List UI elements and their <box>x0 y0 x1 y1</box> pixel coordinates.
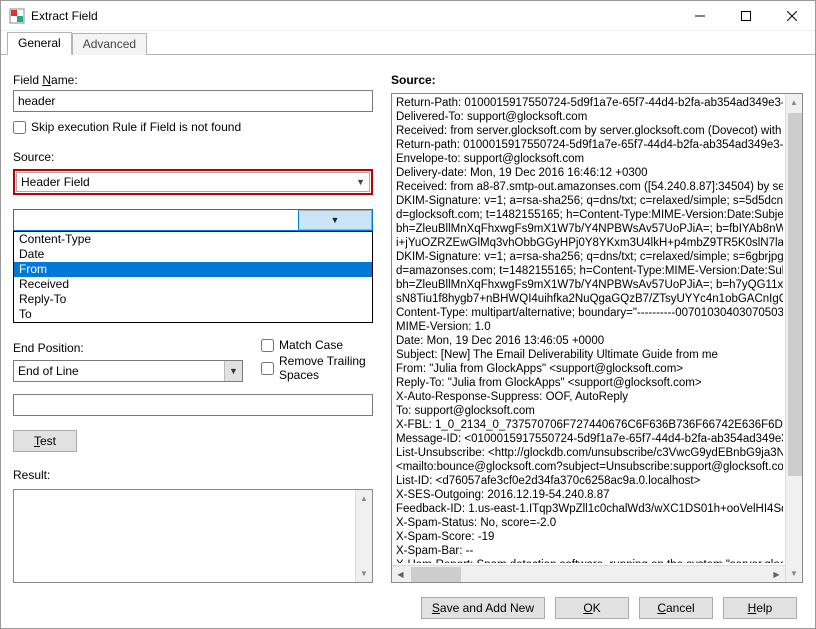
dialog-body: Field Name: Skip execution Rule if Field… <box>1 55 815 589</box>
header-field-dropdown-list: Content-Type Date From Received Reply-To… <box>13 231 373 323</box>
scroll-up-icon[interactable]: ▲ <box>356 490 372 507</box>
app-icon <box>9 8 25 24</box>
scroll-down-icon[interactable]: ▼ <box>786 565 802 582</box>
source-label: Source: <box>13 150 373 164</box>
match-case-label: Match Case <box>279 338 343 352</box>
scroll-up-icon[interactable]: ▲ <box>786 94 802 111</box>
tab-advanced[interactable]: Advanced <box>72 33 147 55</box>
dropdown-option[interactable]: Date <box>14 247 372 262</box>
scrollbar-horizontal[interactable]: ◀ ▶ <box>392 565 785 582</box>
dialog-footer: Save and Add New OK Cancel Help <box>1 589 815 627</box>
scroll-left-icon[interactable]: ◀ <box>392 570 409 579</box>
dropdown-option[interactable]: Received <box>14 277 372 292</box>
scrollbar-vertical[interactable]: ▲ ▼ <box>355 490 372 582</box>
extra-input[interactable] <box>13 394 373 416</box>
scrollbar-vertical[interactable]: ▲ ▼ <box>785 94 802 582</box>
result-label: Result: <box>13 468 373 482</box>
tab-general[interactable]: General <box>7 32 72 55</box>
chevron-down-icon: ▼ <box>224 361 242 381</box>
titlebar: Extract Field <box>1 1 815 31</box>
source-select-value: Header Field <box>21 175 90 189</box>
skip-rule-label: Skip execution Rule if Field is not foun… <box>31 120 241 134</box>
dropdown-option[interactable]: To <box>14 307 372 322</box>
chevron-down-icon[interactable]: ▼ <box>298 210 372 230</box>
window-title: Extract Field <box>31 9 98 23</box>
minimize-button[interactable] <box>677 1 723 31</box>
dropdown-option-selected[interactable]: From <box>14 262 372 277</box>
left-column: Field Name: Skip execution Rule if Field… <box>13 69 373 583</box>
scroll-right-icon[interactable]: ▶ <box>768 570 785 579</box>
source-select[interactable]: Header Field ▼ <box>16 172 370 192</box>
close-button[interactable] <box>769 1 815 31</box>
source-select-highlight: Header Field ▼ <box>13 169 373 195</box>
remove-trailing-checkbox[interactable] <box>261 362 274 375</box>
save-and-add-new-button[interactable]: Save and Add New <box>421 597 545 619</box>
remove-trailing-label: Remove Trailing Spaces <box>279 354 373 382</box>
right-column: Source: Return-Path: 0100015917550724-5d… <box>391 69 803 583</box>
end-position-label: End Position: <box>13 341 233 355</box>
tabstrip: General Advanced <box>1 31 815 55</box>
ok-button[interactable]: OK <box>555 597 629 619</box>
cancel-button[interactable]: Cancel <box>639 597 713 619</box>
maximize-button[interactable] <box>723 1 769 31</box>
scroll-down-icon[interactable]: ▼ <box>356 565 372 582</box>
skip-rule-checkbox[interactable] <box>13 121 26 134</box>
help-button[interactable]: Help <box>723 597 797 619</box>
source-textarea[interactable]: Return-Path: 0100015917550724-5d9f1a7e-6… <box>391 93 803 583</box>
test-button[interactable]: Test <box>13 430 77 452</box>
dropdown-option[interactable]: Reply-To <box>14 292 372 307</box>
end-position-select[interactable]: ▼ <box>13 360 243 382</box>
source-text-content: Return-Path: 0100015917550724-5d9f1a7e-6… <box>396 96 783 563</box>
header-field-combo[interactable]: ▼ Content-Type Date From Received Reply-… <box>13 209 373 323</box>
field-name-input[interactable] <box>13 90 373 112</box>
chevron-down-icon: ▼ <box>356 177 365 187</box>
dropdown-option[interactable]: Content-Type <box>14 232 372 247</box>
match-case-checkbox[interactable] <box>261 339 274 352</box>
source-text-label: Source: <box>391 73 803 87</box>
field-name-label: Field Name: <box>13 73 373 87</box>
result-textarea[interactable]: ▲ ▼ <box>13 489 373 583</box>
